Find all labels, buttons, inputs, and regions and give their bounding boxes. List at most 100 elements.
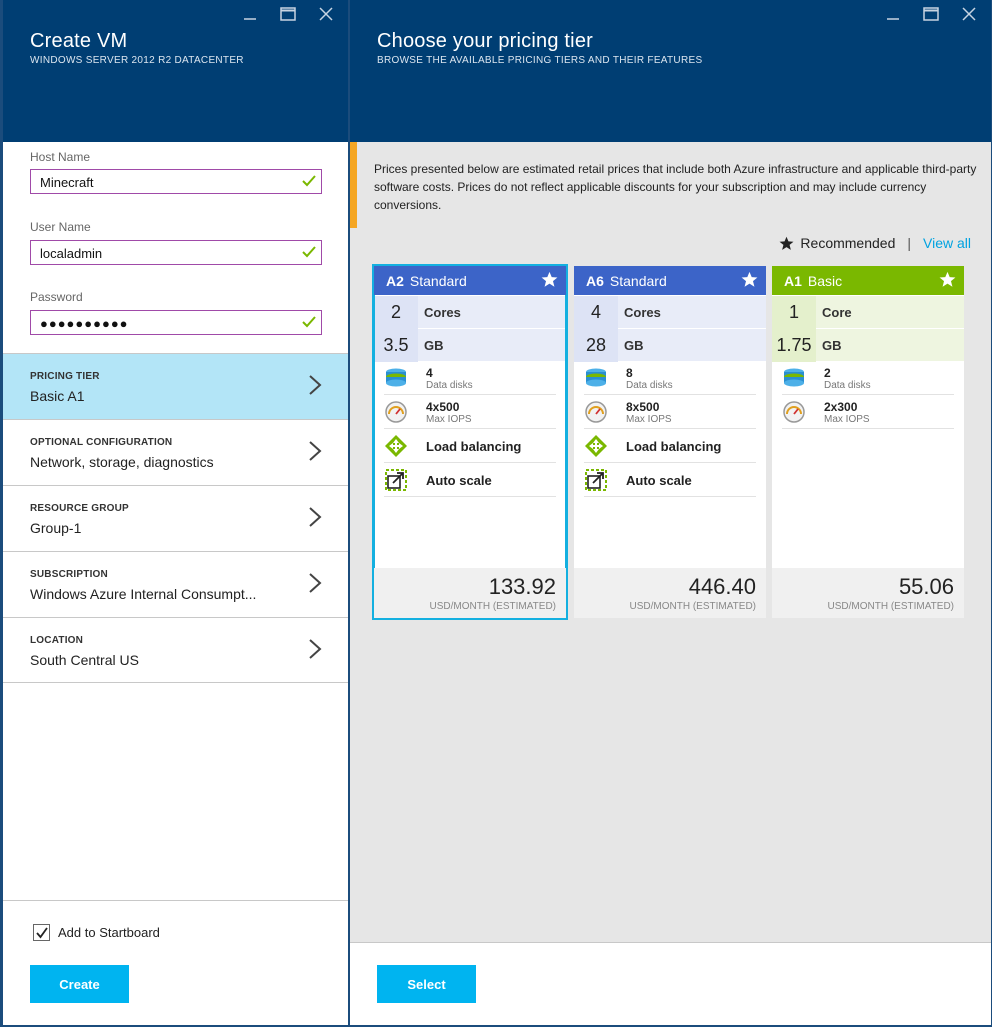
- blade-subtitle: BROWSE THE AVAILABLE PRICING TIERS AND T…: [377, 55, 703, 66]
- tier-edition: Standard: [409, 272, 467, 289]
- data-disks-icon: [586, 368, 606, 387]
- password-value: ●●●●●●●●●●: [40, 316, 129, 331]
- create-vm-footer: Add to Startboard Create: [3, 900, 348, 1025]
- iops-label: Max IOPS: [426, 414, 472, 425]
- maximize-icon[interactable]: [919, 4, 943, 24]
- host-name-input[interactable]: Minecraft: [30, 169, 322, 194]
- valid-check-icon: [302, 175, 316, 187]
- price-unit: USD/MONTH (ESTIMATED): [827, 601, 954, 612]
- window-controls: [238, 4, 338, 24]
- checkbox-box[interactable]: [33, 924, 50, 941]
- nav-value: Basic A1: [30, 388, 85, 404]
- memory-unit: GB: [424, 337, 444, 353]
- data-disks-icon: [386, 368, 406, 387]
- data-disks-label: Data disks: [626, 380, 673, 391]
- data-disks-label: Data disks: [824, 380, 871, 391]
- optional-configuration-nav[interactable]: OPTIONAL CONFIGURATION Network, storage,…: [3, 419, 348, 485]
- chevron-right-icon: [309, 441, 322, 461]
- data-disks-label: Data disks: [426, 380, 473, 391]
- card-header: A1 Basic: [772, 266, 964, 295]
- cores-value: 2: [374, 295, 418, 329]
- nav-value: Windows Azure Internal Consumpt...: [30, 586, 257, 602]
- data-disks-value: 4: [426, 366, 433, 380]
- card-header: A6 Standard: [574, 266, 766, 295]
- close-icon[interactable]: [957, 4, 981, 24]
- tier-edition: Basic: [807, 272, 843, 289]
- nav-label: LOCATION: [30, 635, 84, 646]
- chevron-right-icon: [309, 639, 322, 659]
- iops-label: Max IOPS: [824, 414, 870, 425]
- auto-scale-label: Auto scale: [626, 473, 692, 488]
- data-disks-icon: [784, 368, 804, 387]
- load-balancing-icon: [385, 435, 407, 457]
- checkmark-icon: [35, 926, 48, 938]
- blade-subtitle: WINDOWS SERVER 2012 R2 DATACENTER: [30, 55, 244, 66]
- tier-name: A2: [386, 272, 404, 289]
- pricing-notice: Prices presented below are estimated ret…: [350, 142, 991, 228]
- star-icon: [939, 271, 956, 287]
- nav-label: OPTIONAL CONFIGURATION: [30, 437, 173, 448]
- tier-edition: Standard: [609, 272, 667, 289]
- cores-unit: Cores: [624, 304, 661, 320]
- view-all-link[interactable]: View all: [923, 235, 971, 251]
- pricing-card-a6[interactable]: A6 Standard 4 Cores 28 GB 8 Data disks 8…: [574, 266, 766, 618]
- gauge-icon: [385, 401, 407, 423]
- auto-scale-feature: Auto scale: [384, 463, 556, 497]
- load-balancing-label: Load balancing: [626, 439, 722, 454]
- subscription-nav[interactable]: SUBSCRIPTION Windows Azure Internal Cons…: [3, 551, 348, 617]
- iops-feature: 2x300 Max IOPS: [782, 395, 954, 429]
- data-disks-feature: 2 Data disks: [782, 361, 954, 395]
- card-header: A2 Standard: [374, 266, 566, 295]
- password-label: Password: [30, 290, 83, 304]
- nav-value: South Central US: [30, 652, 139, 668]
- card-price-footer: 446.40 USD/MONTH (ESTIMATED): [574, 568, 766, 618]
- recommended-label: Recommended: [800, 235, 896, 251]
- load-balancing-label: Load balancing: [426, 439, 522, 454]
- minimize-icon[interactable]: [238, 4, 262, 24]
- iops-feature: 4x500 Max IOPS: [384, 395, 556, 429]
- user-name-input[interactable]: localadmin: [30, 240, 322, 265]
- resource-group-nav[interactable]: RESOURCE GROUP Group-1: [3, 485, 348, 551]
- location-nav[interactable]: LOCATION South Central US: [3, 617, 348, 683]
- select-button[interactable]: Select: [377, 965, 476, 1003]
- user-name-value: localadmin: [40, 246, 103, 261]
- pricing-card-a2[interactable]: A2 Standard 2 Cores 3.5 GB 4 Data disks …: [372, 264, 568, 620]
- pricing-card-a1[interactable]: A1 Basic 1 Core 1.75 GB 2 Data disks 2x3…: [772, 266, 964, 618]
- add-to-startboard-checkbox[interactable]: Add to Startboard: [33, 924, 160, 941]
- blade-title: Choose your pricing tier: [377, 30, 594, 52]
- card-price-footer: 133.92 USD/MONTH (ESTIMATED): [374, 568, 566, 618]
- chevron-right-icon: [309, 507, 322, 527]
- nav-label: RESOURCE GROUP: [30, 503, 129, 514]
- chevron-right-icon: [309, 573, 322, 593]
- window-controls: [881, 4, 981, 24]
- gauge-icon: [783, 401, 805, 423]
- notice-text: Prices presented below are estimated ret…: [374, 162, 977, 212]
- cores-row: 1 Core: [772, 295, 964, 329]
- data-disks-feature: 8 Data disks: [584, 361, 756, 395]
- iops-value: 8x500: [626, 400, 660, 414]
- pricing-tier-nav[interactable]: PRICING TIER Basic A1: [3, 353, 348, 419]
- star-icon: [779, 236, 794, 250]
- auto-scale-feature: Auto scale: [584, 463, 756, 497]
- password-input[interactable]: ●●●●●●●●●●: [30, 310, 322, 335]
- close-icon[interactable]: [314, 4, 338, 24]
- memory-value: 28: [574, 328, 618, 362]
- data-disks-feature: 4 Data disks: [384, 361, 556, 395]
- iops-value: 2x300: [824, 400, 858, 414]
- memory-value: 1.75: [772, 328, 816, 362]
- star-icon: [541, 271, 558, 287]
- create-button[interactable]: Create: [30, 965, 129, 1003]
- chevron-right-icon: [309, 375, 322, 395]
- add-to-startboard-label: Add to Startboard: [58, 925, 160, 940]
- minimize-icon[interactable]: [881, 4, 905, 24]
- cores-value: 4: [574, 295, 618, 329]
- data-disks-value: 2: [824, 366, 831, 380]
- host-name-label: Host Name: [30, 150, 91, 164]
- memory-unit: GB: [822, 337, 842, 353]
- gauge-icon: [585, 401, 607, 423]
- maximize-icon[interactable]: [276, 4, 300, 24]
- price-value: 446.40: [688, 574, 756, 599]
- load-balancing-feature: Load balancing: [384, 429, 556, 463]
- valid-check-icon: [302, 246, 316, 258]
- cores-value: 1: [772, 295, 816, 329]
